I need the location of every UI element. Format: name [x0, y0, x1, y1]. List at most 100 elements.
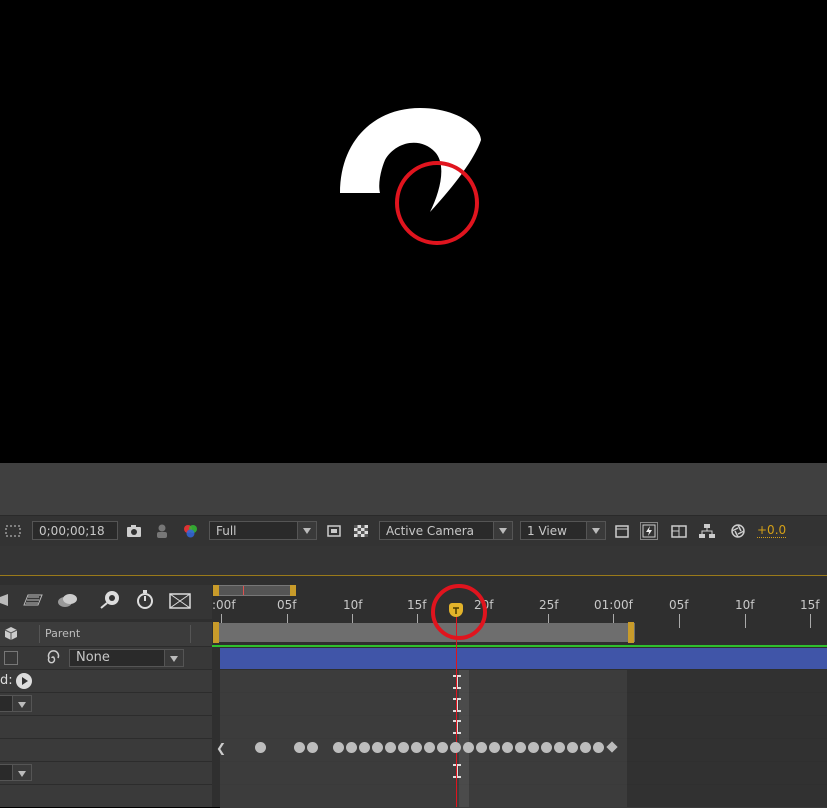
ruler-label: 10f	[343, 598, 363, 612]
exposure-shutter-icon[interactable]	[729, 522, 747, 540]
chevron-down-icon	[297, 522, 316, 539]
timeline-switches	[0, 585, 212, 619]
keyframe-dot[interactable]	[385, 742, 396, 753]
ruler-label: 25f	[539, 598, 559, 612]
panel-divider	[0, 463, 827, 515]
rgb-channel-icon[interactable]	[181, 522, 199, 540]
ruler-tick	[745, 614, 746, 628]
parent-column-header: Parent	[45, 627, 81, 640]
play-arrow-icon[interactable]	[16, 673, 32, 689]
keyframe-dot[interactable]	[398, 742, 409, 753]
layer-row[interactable]: None	[0, 647, 212, 670]
ruler-label: 05f	[277, 598, 297, 612]
view-layout-dropdown[interactable]: 1 View	[520, 521, 606, 540]
hold-keyframe-icon[interactable]	[453, 720, 461, 734]
ruler-tick	[679, 614, 680, 628]
toggle-pixel-aspect-icon[interactable]	[613, 522, 631, 540]
keyframe-dot[interactable]	[411, 742, 422, 753]
property-row	[0, 739, 212, 762]
work-area-bar[interactable]	[213, 585, 296, 596]
comp-duration-bar[interactable]	[215, 623, 635, 642]
keyframe-dot[interactable]	[450, 742, 461, 753]
comp-end-handle[interactable]	[628, 622, 634, 643]
keyframe-dot[interactable]	[541, 742, 552, 753]
flowchart-icon[interactable]	[698, 522, 716, 540]
keyframe-dot[interactable]	[346, 742, 357, 753]
view-layout-value: 1 View	[527, 524, 567, 538]
hide-shy-layers-icon[interactable]	[22, 591, 43, 609]
layer-duration-bar[interactable]	[220, 648, 827, 669]
ruler-label: :00f	[212, 598, 236, 612]
out-of-range-shade	[627, 670, 827, 807]
mode-dropdown[interactable]	[0, 695, 32, 712]
hold-keyframe-icon[interactable]	[453, 675, 461, 689]
timeline-header-strip	[0, 546, 827, 576]
camera-value: Active Camera	[386, 524, 475, 538]
layer-header-row: Parent	[0, 622, 212, 647]
comp-start-handle[interactable]	[213, 622, 219, 643]
keyframe-dot[interactable]	[554, 742, 565, 753]
keyframe-dot[interactable]	[528, 742, 539, 753]
keyframe-dot[interactable]	[294, 742, 305, 753]
resolution-value: Full	[216, 524, 237, 538]
work-area-start-handle[interactable]	[213, 585, 219, 596]
chevron-down-icon	[12, 765, 31, 780]
transparency-grid-icon[interactable]	[352, 522, 370, 540]
property-row	[0, 762, 212, 785]
keyframe-dot[interactable]	[580, 742, 591, 753]
ruler-tick	[810, 614, 811, 628]
chevron-down-icon	[12, 696, 31, 711]
keyframe-dot[interactable]	[463, 742, 474, 753]
fast-preview-lightning-icon[interactable]	[640, 522, 658, 540]
layer-green-indicator	[212, 645, 827, 647]
keyframe-dot[interactable]	[567, 742, 578, 753]
property-row	[0, 693, 212, 716]
stopwatch-icon[interactable]	[135, 589, 153, 609]
chevron-down-icon	[586, 522, 605, 539]
keyframe-dot[interactable]	[333, 742, 344, 753]
chevron-down-icon	[493, 522, 512, 539]
keyframe-nav-left-icon[interactable]: ❮	[216, 741, 226, 755]
frame-blending-icon[interactable]	[56, 591, 77, 609]
resolution-dropdown[interactable]: Full	[209, 521, 317, 540]
ruler-label: 05f	[669, 598, 689, 612]
keyframe-dot[interactable]	[515, 742, 526, 753]
hold-keyframe-icon[interactable]	[453, 698, 461, 712]
work-area-end-handle[interactable]	[290, 585, 296, 596]
property-row	[0, 716, 212, 739]
keyframe-dot[interactable]	[502, 742, 513, 753]
column-divider	[39, 625, 40, 643]
parent-dropdown[interactable]: None	[69, 649, 184, 667]
composition-viewer[interactable]	[0, 0, 827, 463]
show-snapshot-icon[interactable]	[153, 522, 171, 540]
keyframe-dot[interactable]	[424, 742, 435, 753]
hold-keyframe-icon[interactable]	[453, 764, 461, 778]
timeline-panel-icon[interactable]	[670, 522, 688, 540]
mode-dropdown[interactable]	[0, 764, 32, 781]
work-area-marker	[243, 586, 244, 595]
keyframe-dot[interactable]	[437, 742, 448, 753]
current-time-field[interactable]: 0;00;00;18	[32, 521, 118, 540]
highlight-circle-playhead	[431, 584, 487, 640]
keyframe-dot[interactable]	[359, 742, 370, 753]
motion-blur-icon[interactable]	[99, 589, 119, 609]
fast-previews-icon[interactable]	[325, 522, 343, 540]
current-frame-highlight	[459, 670, 469, 807]
composition-canvas	[340, 108, 481, 245]
exposure-value[interactable]: +0.0	[757, 523, 787, 538]
property-row: d:	[0, 670, 212, 693]
keyframe-dot[interactable]	[255, 742, 266, 753]
3d-cube-icon	[2, 625, 20, 643]
camera-snapshot-icon[interactable]	[125, 522, 143, 540]
keyframe-dot[interactable]	[476, 742, 487, 753]
keyframe-dot[interactable]	[593, 742, 604, 753]
keyframe-dot[interactable]	[307, 742, 318, 753]
camera-dropdown[interactable]: Active Camera	[379, 521, 513, 540]
region-of-interest-icon[interactable]	[4, 522, 22, 540]
keyframe-dot[interactable]	[372, 742, 383, 753]
keyframe-dot[interactable]	[489, 742, 500, 753]
layer-checkbox[interactable]	[4, 651, 18, 665]
draft-3d-icon[interactable]	[0, 591, 18, 609]
graph-editor-icon[interactable]	[168, 589, 191, 609]
pickwhip-spiral-icon[interactable]	[44, 649, 62, 667]
